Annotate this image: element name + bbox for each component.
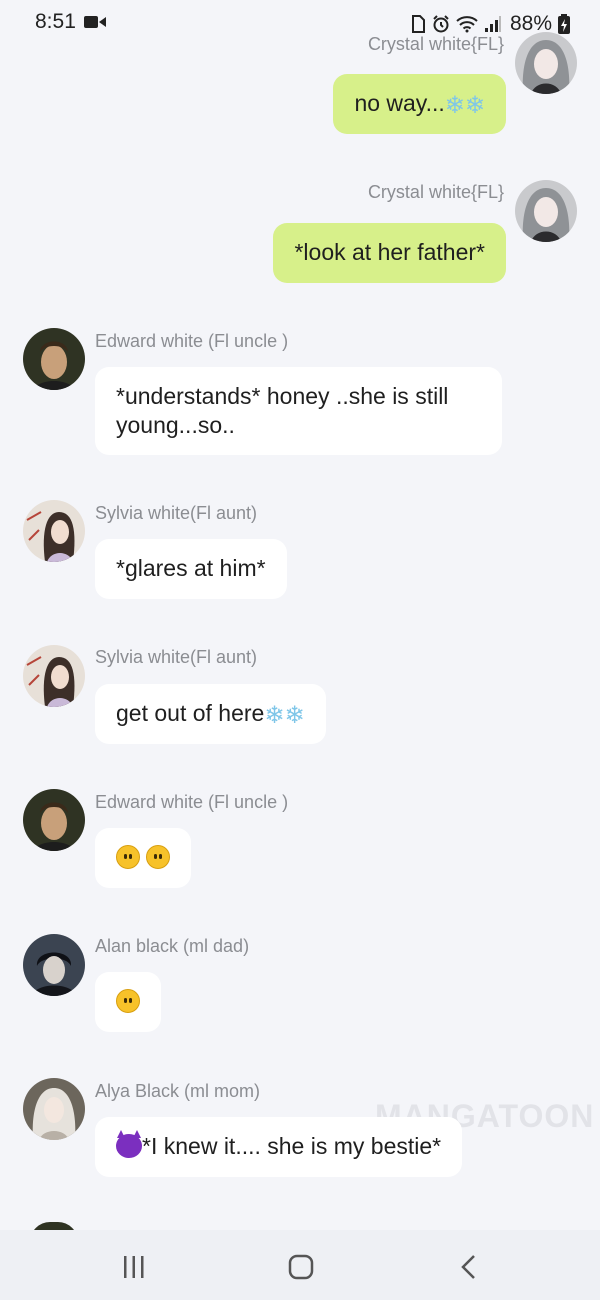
home-icon[interactable]: [286, 1252, 316, 1282]
sender-name: Crystal white{FL}: [367, 34, 504, 54]
avatar[interactable]: [23, 500, 85, 562]
message-bubble[interactable]: *look at her father*: [273, 223, 506, 283]
sender-name: Crystal white{FL}: [367, 182, 504, 202]
message-text: *glares at him*: [116, 555, 266, 581]
system-nav-bar: [0, 1230, 600, 1300]
snowflake-icon: ❄: [464, 92, 485, 119]
no-mouth-face-icon: [116, 845, 140, 869]
avatar[interactable]: [515, 32, 577, 94]
avatar[interactable]: [23, 645, 85, 707]
battery-charging-icon: [558, 14, 570, 34]
message-text: *I knew it.... she is my bestie*: [142, 1133, 442, 1159]
message-text: no way...: [354, 90, 445, 116]
sender-name: Sylvia white(Fl aunt): [95, 647, 258, 667]
message-bubble[interactable]: get out of here❄❄: [95, 684, 326, 744]
avatar[interactable]: [23, 934, 85, 996]
message-text: *look at her father*: [294, 239, 485, 265]
no-mouth-face-icon: [146, 845, 171, 869]
avatar[interactable]: [515, 180, 577, 242]
avatar[interactable]: [23, 1078, 85, 1140]
message-bubble[interactable]: no way...❄❄: [333, 74, 506, 134]
message-bubble[interactable]: *I knew it.... she is my bestie*: [95, 1117, 463, 1177]
wifi-icon: [456, 16, 478, 33]
message-bubble[interactable]: [95, 828, 192, 888]
sender-name: Edward white (Fl uncle ): [95, 792, 289, 812]
message-text: get out of here: [116, 700, 265, 726]
message-bubble[interactable]: *glares at him*: [95, 539, 287, 599]
status-time: 8:51: [35, 10, 76, 33]
snowflake-icon: ❄: [284, 702, 305, 729]
sim-icon: [411, 15, 425, 33]
snowflake-icon: ❄: [264, 702, 285, 729]
status-bar: 8:51 88%: [0, 0, 600, 44]
back-icon[interactable]: [455, 1252, 485, 1282]
video-recording-icon: [84, 16, 106, 28]
no-mouth-face-icon: [116, 989, 140, 1013]
devil-face-icon: [116, 1130, 142, 1158]
sender-name: Alya Black (ml mom): [95, 1081, 261, 1101]
message-text: *understands* honey ..she is still young…: [116, 383, 449, 438]
sender-name: Sylvia white(Fl aunt): [95, 503, 258, 523]
message-bubble[interactable]: *understands* honey ..she is still young…: [95, 367, 502, 455]
recent-apps-icon[interactable]: [119, 1252, 149, 1282]
message-bubble[interactable]: [95, 972, 161, 1032]
sender-name: Edward white (Fl uncle ): [95, 331, 289, 351]
avatar: [30, 1222, 78, 1230]
avatar[interactable]: [23, 328, 85, 390]
snowflake-icon: ❄: [444, 92, 465, 119]
avatar[interactable]: [23, 789, 85, 851]
signal-icon: [484, 16, 501, 32]
sender-name: Alan black (ml dad): [95, 936, 250, 956]
partial-next-message: [0, 1220, 600, 1230]
alarm-icon: [433, 15, 449, 33]
